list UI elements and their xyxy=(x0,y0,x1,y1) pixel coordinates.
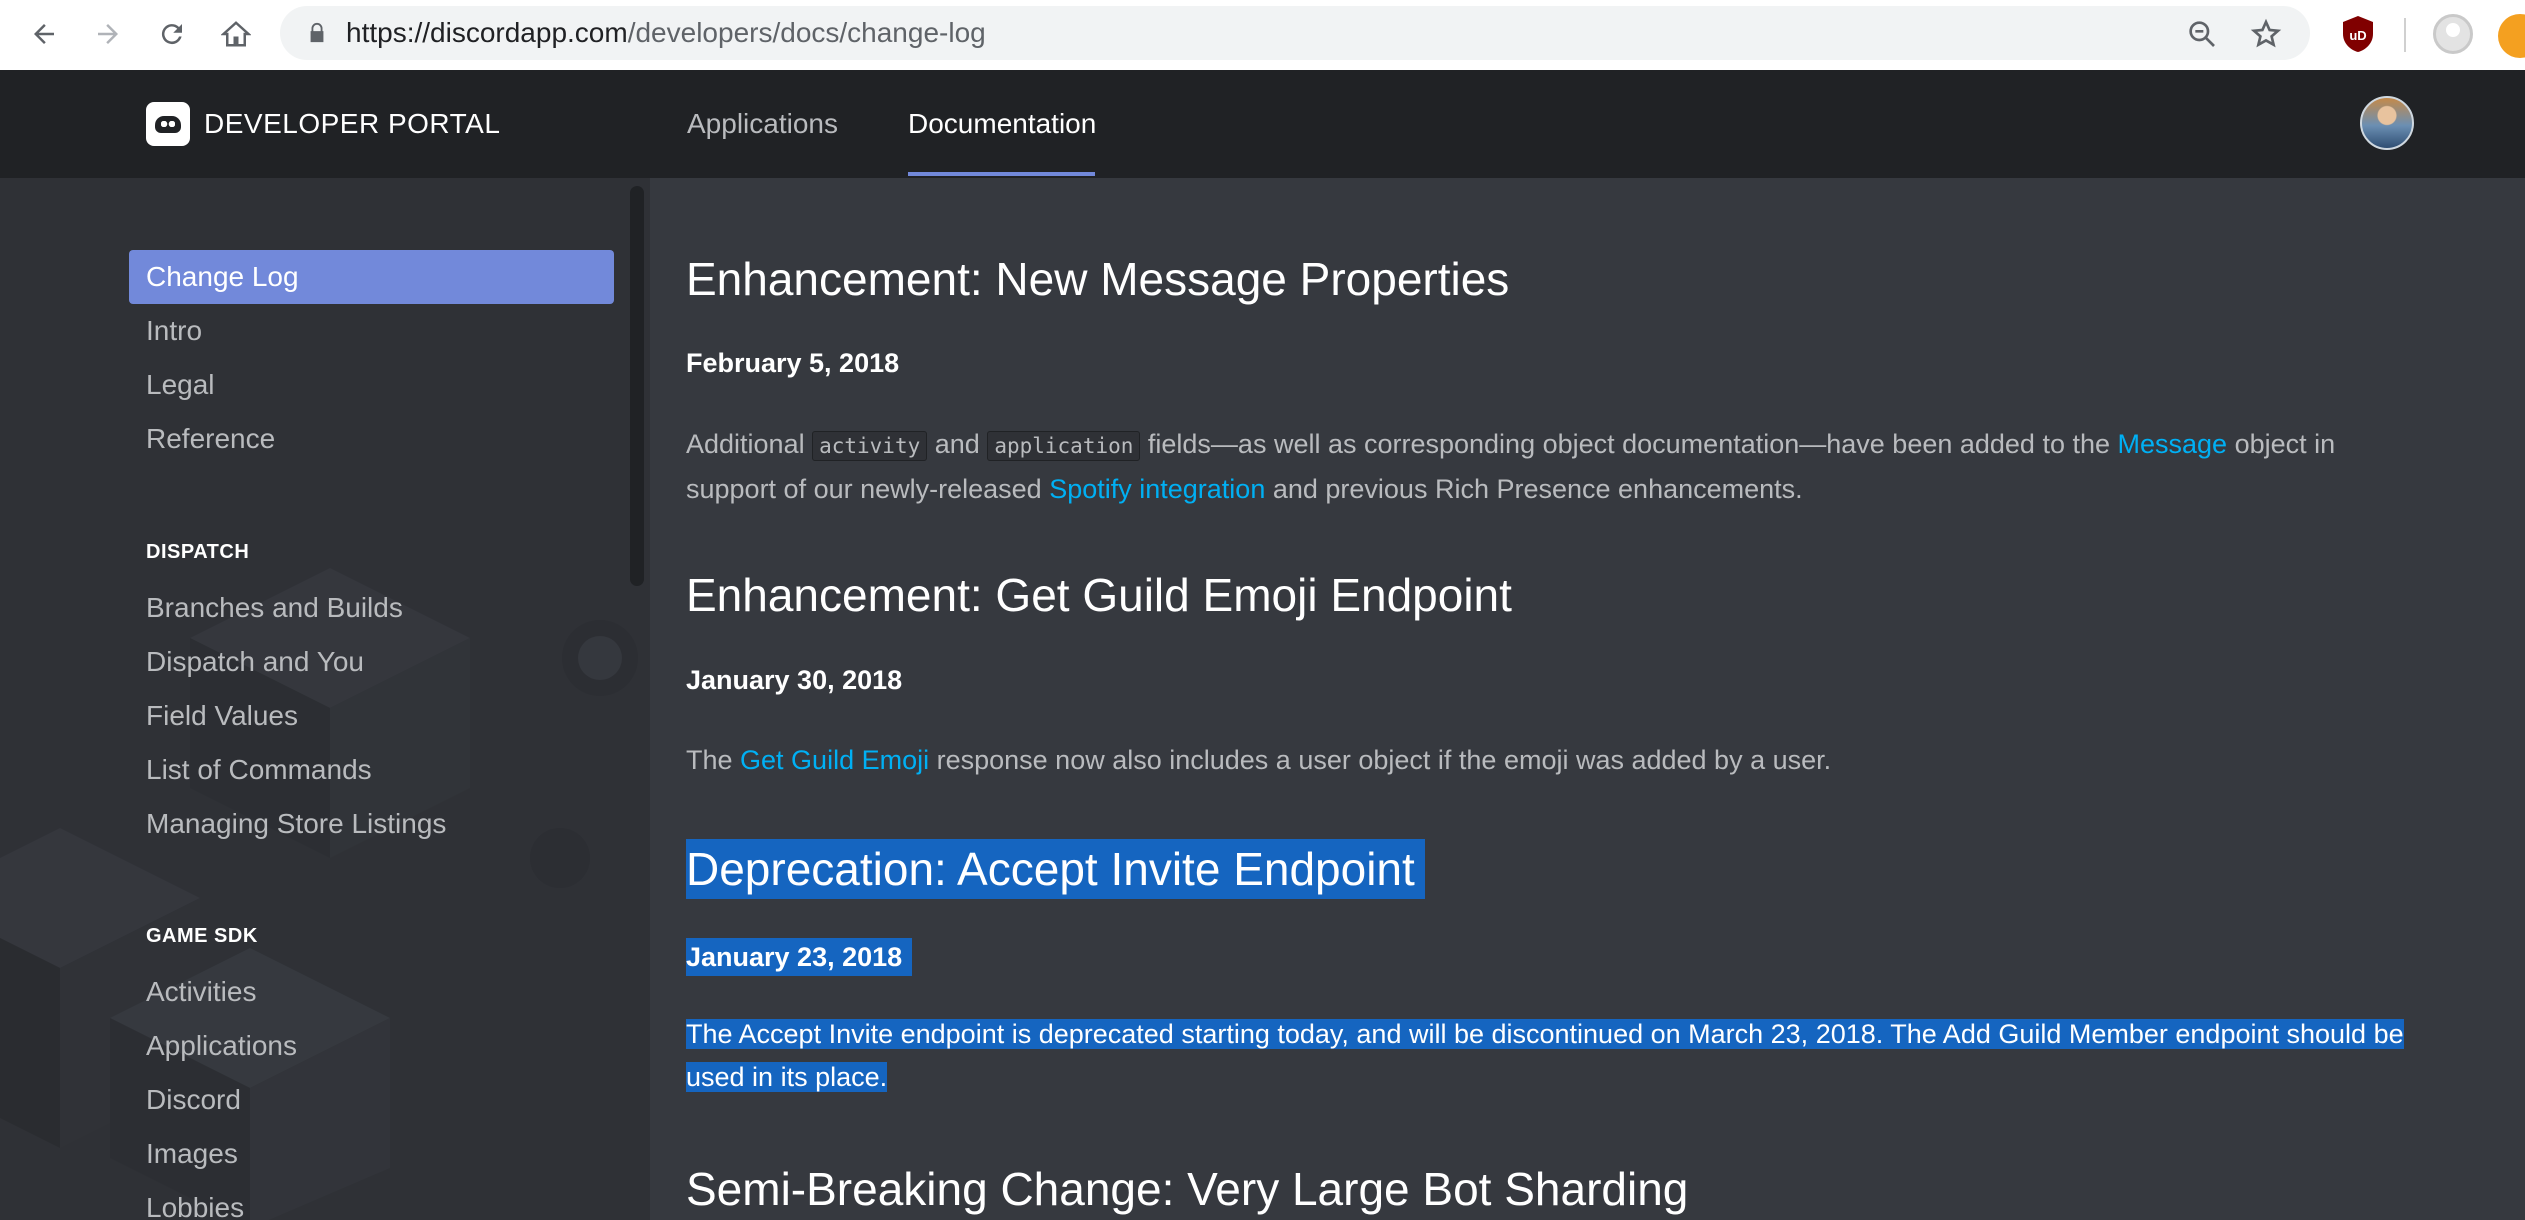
reload-icon[interactable] xyxy=(152,14,192,54)
entry-title: Semi-Breaking Change: Very Large Bot Sha… xyxy=(686,1163,1689,1215)
code-activity: activity xyxy=(812,431,928,461)
brand-title[interactable]: DEVELOPER PORTAL xyxy=(204,70,500,178)
sidebar-item-images[interactable]: Images xyxy=(129,1127,614,1181)
sidebar-scrollbar[interactable] xyxy=(630,186,644,586)
forward-icon[interactable] xyxy=(88,14,128,54)
section-heading-game-sdk: GAME SDK xyxy=(146,925,258,947)
zoom-icon[interactable] xyxy=(2186,18,2218,50)
bookmark-star-icon[interactable] xyxy=(2250,18,2282,50)
back-icon[interactable] xyxy=(24,14,64,54)
svg-text:uD: uD xyxy=(2349,28,2366,43)
sidebar-item-list-of-commands[interactable]: List of Commands xyxy=(129,743,614,797)
user-avatar[interactable] xyxy=(2360,96,2414,150)
entry-date: January 30, 2018 xyxy=(686,665,903,695)
address-bar[interactable]: https://discordapp.com/developers/docs/c… xyxy=(280,6,2310,60)
nav-documentation[interactable]: Documentation xyxy=(908,70,1096,178)
link-message[interactable]: Message xyxy=(2118,429,2228,459)
entry-title: Enhancement: New Message Properties xyxy=(686,253,1510,305)
sidebar-item-applications[interactable]: Applications xyxy=(129,1019,614,1073)
sidebar-item-reference[interactable]: Reference xyxy=(129,412,614,466)
profile-icon[interactable] xyxy=(2433,14,2473,54)
entry-body: Additional activity and application fiel… xyxy=(686,429,2336,504)
sidebar-item-discord[interactable]: Discord xyxy=(129,1073,614,1127)
extension-icon[interactable] xyxy=(2498,14,2525,58)
sidebar-item-branches-and-builds[interactable]: Branches and Builds xyxy=(129,581,614,635)
entry-body-selected: The Accept Invite endpoint is deprecated… xyxy=(686,1019,2404,1092)
code-application: application xyxy=(987,431,1141,461)
sidebar-item-managing-store-listings[interactable]: Managing Store Listings xyxy=(129,797,614,851)
sidebar-item-legal[interactable]: Legal xyxy=(129,358,614,412)
main-content: Enhancement: New Message Properties Febr… xyxy=(650,178,2525,1220)
toolbar-divider xyxy=(2404,18,2406,52)
ublock-icon[interactable]: uD xyxy=(2340,14,2376,54)
sidebar: Change Log Intro Legal Reference DISPATC… xyxy=(0,178,650,1220)
nav-applications[interactable]: Applications xyxy=(687,70,838,178)
portal-header: DEVELOPER PORTAL Applications Documentat… xyxy=(0,70,2525,178)
sidebar-item-dispatch-and-you[interactable]: Dispatch and You xyxy=(129,635,614,689)
link-spotify-integration[interactable]: Spotify integration xyxy=(1049,474,1265,504)
entry-body: The Get Guild Emoji response now also in… xyxy=(686,745,1832,775)
url-text: https://discordapp.com/developers/docs/c… xyxy=(346,17,986,48)
sidebar-item-field-values[interactable]: Field Values xyxy=(129,689,614,743)
entry-title-selected: Deprecation: Accept Invite Endpoint xyxy=(686,839,1425,899)
sidebar-item-change-log[interactable]: Change Log xyxy=(129,250,614,304)
link-get-guild-emoji[interactable]: Get Guild Emoji xyxy=(740,745,929,775)
lock-icon xyxy=(310,22,324,43)
sidebar-item-intro[interactable]: Intro xyxy=(129,304,614,358)
browser-toolbar: https://discordapp.com/developers/docs/c… xyxy=(0,0,2525,70)
section-heading-dispatch: DISPATCH xyxy=(146,541,250,563)
entry-date-selected: January 23, 2018 xyxy=(686,938,913,976)
sidebar-item-activities[interactable]: Activities xyxy=(129,965,614,1019)
home-icon[interactable] xyxy=(216,14,256,54)
entry-title: Enhancement: Get Guild Emoji Endpoint xyxy=(686,569,1512,621)
sidebar-item-lobbies[interactable]: Lobbies xyxy=(129,1181,614,1220)
discord-logo-icon[interactable] xyxy=(146,102,190,146)
active-nav-indicator xyxy=(908,172,1095,176)
entry-date: February 5, 2018 xyxy=(686,348,900,378)
